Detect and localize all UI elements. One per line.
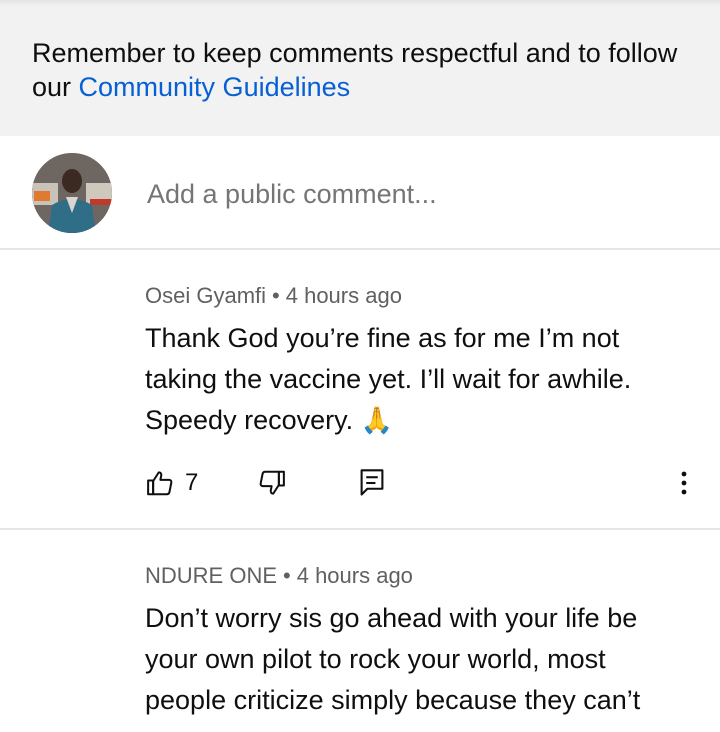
meta-separator: • bbox=[283, 563, 291, 588]
meta-separator: • bbox=[272, 283, 280, 308]
comment-item: NDURE ONE • 4 hours ago Don’t worry sis go… bbox=[0, 532, 720, 732]
avatar bbox=[32, 153, 112, 233]
dislike-button[interactable] bbox=[257, 466, 287, 500]
more-vert-icon bbox=[673, 468, 695, 498]
comment-text: Don’t worry sis go ahead with your life … bbox=[145, 598, 690, 721]
comment-time[interactable]: 4 hours ago bbox=[286, 283, 402, 308]
add-comment-row[interactable] bbox=[0, 136, 720, 250]
comment-meta: Osei Gyamfi • 4 hours ago bbox=[145, 282, 402, 310]
comment-text: Thank God you’re fine as for me I’m not … bbox=[145, 318, 690, 442]
comments-page: Remember to keep comments respectful and… bbox=[0, 0, 720, 732]
pray-emoji: 🙏 bbox=[360, 406, 393, 436]
add-comment-input[interactable] bbox=[145, 176, 685, 212]
comment-body: Don’t worry sis go ahead with your life … bbox=[145, 603, 641, 715]
comment-item: Osei Gyamfi • 4 hours ago Thank God you’re… bbox=[0, 252, 720, 530]
reply-button[interactable] bbox=[359, 466, 385, 500]
more-options-button[interactable] bbox=[673, 466, 695, 500]
comment-author[interactable]: NDURE ONE bbox=[145, 563, 277, 588]
comment-actions: 7 bbox=[145, 466, 705, 500]
comment-meta: NDURE ONE • 4 hours ago bbox=[145, 562, 413, 590]
comment-time[interactable]: 4 hours ago bbox=[297, 563, 413, 588]
guidelines-banner: Remember to keep comments respectful and… bbox=[0, 6, 720, 136]
like-count: 7 bbox=[185, 469, 199, 496]
thumbs-up-icon bbox=[145, 468, 175, 498]
comment-author[interactable]: Osei Gyamfi bbox=[145, 283, 266, 308]
thumbs-down-icon bbox=[257, 468, 287, 498]
community-guidelines-link[interactable]: Community Guidelines bbox=[79, 72, 351, 102]
like-button[interactable]: 7 bbox=[145, 466, 198, 500]
reply-icon bbox=[359, 468, 385, 498]
